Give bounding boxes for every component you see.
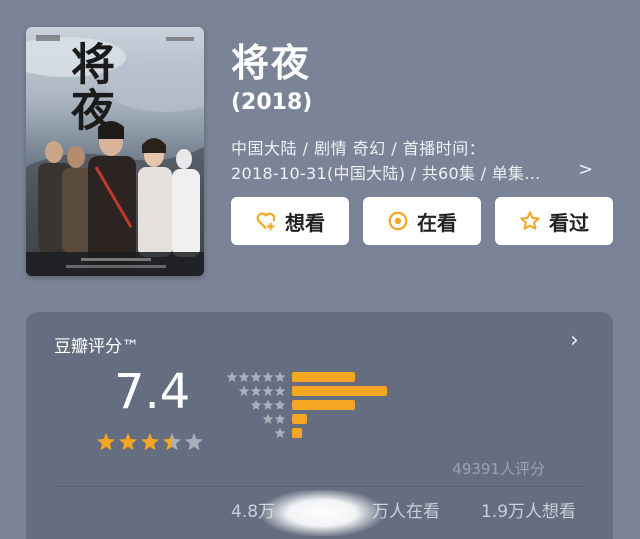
- watching-button[interactable]: 在看: [363, 197, 481, 245]
- star-icon: [262, 385, 274, 396]
- star-icon: [250, 385, 262, 396]
- distribution-bar: [292, 386, 387, 396]
- distribution-bar: [292, 414, 307, 424]
- watching-count: 万人在看: [372, 502, 440, 522]
- star-icon: [163, 433, 181, 451]
- chevron-right-icon[interactable]: ›: [570, 328, 579, 353]
- meta-line-2[interactable]: 2018-10-31(中国大陆) / 共60集 / 单集...: [231, 160, 541, 184]
- distribution-track: [292, 372, 542, 382]
- rating-score: 7.4: [114, 364, 191, 420]
- star-icon: [238, 385, 250, 396]
- rating-count: 49391人评分: [452, 460, 545, 478]
- star-icon: [274, 413, 286, 424]
- distribution-stars: [274, 427, 286, 439]
- watched-button[interactable]: 看过: [495, 197, 613, 245]
- star-outline-icon: [520, 211, 540, 230]
- divider: [54, 486, 585, 487]
- star-icon: [274, 427, 286, 438]
- distribution-bar: [292, 372, 355, 382]
- star-icon: [141, 433, 159, 451]
- page-title: 将夜: [231, 41, 312, 85]
- poster-title: 将夜: [63, 41, 114, 133]
- poster-image[interactable]: 将夜: [26, 27, 204, 276]
- watched-label: 看过: [549, 210, 589, 235]
- star-icon: [262, 371, 274, 382]
- star-icon: [274, 399, 286, 410]
- star-icon: [238, 371, 250, 382]
- distribution-track: [292, 428, 542, 438]
- star-icon: [185, 433, 203, 451]
- star-icon: [250, 371, 262, 382]
- distribution-stars: [262, 413, 286, 425]
- target-circle-icon: [388, 211, 408, 231]
- watching-label: 在看: [417, 210, 457, 235]
- star-icon: [226, 371, 238, 382]
- distribution-stars: [250, 399, 286, 411]
- want-to-watch-label: 想看: [285, 210, 325, 235]
- rating-label: 豆瓣评分™: [54, 337, 139, 357]
- want-to-watch-button[interactable]: 想看: [231, 197, 349, 245]
- star-icon: [274, 371, 286, 382]
- distribution-track: [292, 386, 542, 396]
- meta-more-chevron-icon[interactable]: >: [578, 159, 593, 180]
- distribution-stars: [238, 385, 286, 397]
- star-icon: [274, 385, 286, 396]
- star-icon: [262, 399, 274, 410]
- heart-plus-icon: [256, 212, 276, 231]
- release-year: (2018): [231, 90, 313, 115]
- star-icon: [250, 399, 262, 410]
- star-icon: [262, 413, 274, 424]
- distribution-bar: [292, 400, 355, 410]
- star-icon: [97, 433, 115, 451]
- distribution-track: [292, 414, 542, 424]
- redaction-smudge: [262, 490, 382, 536]
- rating-panel[interactable]: 豆瓣评分™ › 7.4 49391人评分 4.8万 万人在看 1.9万人想看: [26, 312, 613, 539]
- star-icon: [119, 433, 137, 451]
- want-count: 1.9万人想看: [481, 502, 577, 522]
- rating-stars: [96, 432, 204, 452]
- meta-line-1: 中国大陆 / 剧情 奇幻 / 首播时间：: [231, 139, 486, 158]
- distribution-stars: [226, 371, 286, 383]
- distribution-track: [292, 400, 542, 410]
- distribution-bar: [292, 428, 302, 438]
